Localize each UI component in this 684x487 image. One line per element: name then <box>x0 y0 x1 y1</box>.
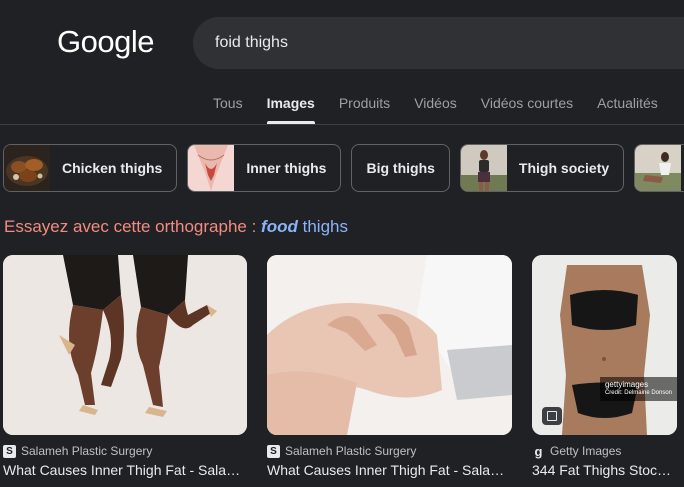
tabs-divider <box>0 124 684 125</box>
result-source-name: Getty Images <box>550 444 622 458</box>
site-favicon-icon: S <box>3 444 16 458</box>
site-favicon-icon: g <box>534 443 543 459</box>
image-type-icon <box>542 407 562 425</box>
search-box[interactable] <box>193 17 684 69</box>
suggestion-link[interactable]: food thighs <box>261 217 348 236</box>
chip-thumbnail <box>460 145 507 191</box>
tab-news[interactable]: Actualités <box>597 94 658 124</box>
chip-thumbnail <box>635 145 682 191</box>
result-source-name: Salameh Plastic Surgery <box>285 444 417 458</box>
tab-all[interactable]: Tous <box>213 94 243 124</box>
chip-thumbnail <box>188 145 235 191</box>
google-logo[interactable]: Google <box>57 24 154 60</box>
getty-watermark: gettyimages Credit: Delmaine Donson <box>599 377 677 401</box>
chip-chicken-thighs[interactable]: Chicken thighs <box>3 144 178 192</box>
search-input[interactable] <box>215 17 675 69</box>
watermark-brand: gettyimages <box>604 380 649 389</box>
result-image[interactable]: gettyimages Credit: Delmaine Donson <box>532 255 677 435</box>
chip-thigh-society[interactable]: Thigh society <box>459 144 625 192</box>
image-result[interactable]: gettyimages Credit: Delmaine Donson g Ge… <box>532 255 677 478</box>
result-source: S Salameh Plastic Surgery <box>267 444 512 458</box>
suggestion-rest: thighs <box>302 217 348 236</box>
chip-more[interactable] <box>634 144 684 192</box>
result-image[interactable] <box>267 255 512 435</box>
result-source-name: Salameh Plastic Surgery <box>21 444 153 458</box>
site-favicon-icon: S <box>267 444 280 458</box>
result-source: g Getty Images <box>532 443 677 459</box>
chip-label: Big thighs <box>366 160 435 176</box>
tab-short-videos[interactable]: Vidéos courtes <box>481 94 573 124</box>
result-title[interactable]: What Causes Inner Thigh Fat - Salameh Pl… <box>3 462 247 478</box>
image-result[interactable]: S Salameh Plastic Surgery What Causes In… <box>267 255 512 478</box>
image-result[interactable]: S Salameh Plastic Surgery What Causes In… <box>3 255 247 478</box>
chip-big-thighs[interactable]: Big thighs <box>351 144 450 192</box>
tab-videos[interactable]: Vidéos <box>414 94 457 124</box>
suggestion-prefix: Essayez avec cette orthographe : <box>4 217 262 236</box>
tab-images[interactable]: Images <box>266 94 316 124</box>
result-title[interactable]: 344 Fat Thighs Stock Photos <box>532 462 677 478</box>
tab-products[interactable]: Produits <box>339 94 390 124</box>
result-image[interactable] <box>3 255 247 435</box>
chip-label: Thigh society <box>518 160 610 176</box>
related-chips: Chicken thighs Inner thighs Big thighs T… <box>3 144 684 192</box>
chip-label: Chicken thighs <box>62 160 163 176</box>
spelling-suggestion: Essayez avec cette orthographe : food th… <box>4 217 348 237</box>
chip-label: Inner thighs <box>246 160 327 176</box>
suggestion-corrected-word: food <box>261 217 298 236</box>
chip-inner-thighs[interactable]: Inner thighs <box>187 144 342 192</box>
chip-thumbnail <box>4 145 50 191</box>
result-source: S Salameh Plastic Surgery <box>3 444 247 458</box>
watermark-credit: Credit: Delmaine Donson <box>604 390 672 396</box>
result-title[interactable]: What Causes Inner Thigh Fat - Salameh Pl… <box>267 462 512 478</box>
search-tabs: Tous Images Produits Vidéos Vidéos court… <box>213 94 682 124</box>
